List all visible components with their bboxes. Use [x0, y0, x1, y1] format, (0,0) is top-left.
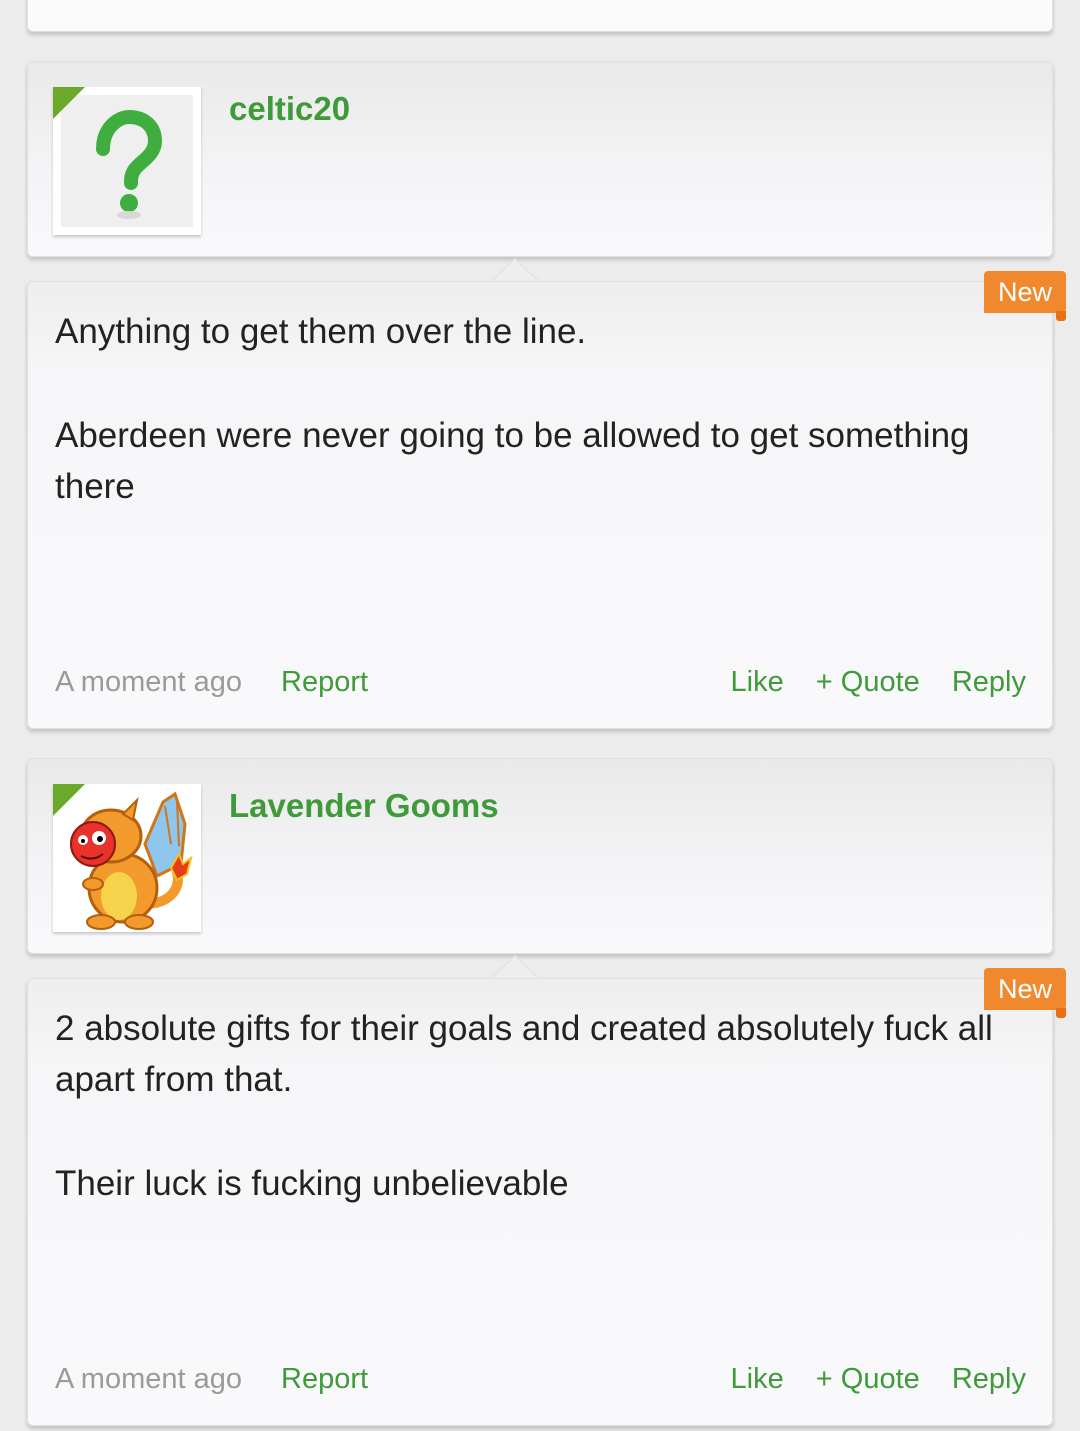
- post-card: New Anything to get them over the line. …: [27, 271, 1066, 729]
- post-paragraph: Their luck is fucking unbelievable: [55, 1164, 569, 1203]
- new-badge: New: [984, 271, 1066, 321]
- username[interactable]: Lavender Gooms: [229, 787, 499, 825]
- post-actions: Like + Quote Reply: [707, 1359, 1026, 1399]
- post-card: New 2 absolute gifts for their goals and…: [27, 968, 1066, 1426]
- post-actions: Like + Quote Reply: [707, 662, 1026, 702]
- reply-button[interactable]: Reply: [952, 666, 1026, 698]
- user-header-card: Lavender Gooms: [27, 758, 1053, 954]
- report-link[interactable]: Report: [281, 1359, 368, 1399]
- post-body: 2 absolute gifts for their goals and cre…: [55, 1003, 1012, 1209]
- reply-button[interactable]: Reply: [952, 1363, 1026, 1395]
- speech-pointer: [491, 258, 539, 281]
- new-badge: New: [984, 968, 1066, 1018]
- post-body: Anything to get them over the line. Aber…: [55, 306, 1012, 512]
- post-paragraph: 2 absolute gifts for their goals and cre…: [55, 1009, 993, 1099]
- post-paragraph: Aberdeen were never going to be allowed …: [55, 416, 970, 506]
- quote-button[interactable]: + Quote: [816, 1363, 920, 1395]
- post-footer: A moment ago Report Like + Quote Reply: [55, 662, 1026, 702]
- timestamp: A moment ago: [55, 666, 242, 698]
- avatar[interactable]: [53, 87, 201, 235]
- username[interactable]: celtic20: [229, 90, 350, 128]
- report-link[interactable]: Report: [281, 662, 368, 702]
- avatar-corner-flag: [53, 784, 87, 818]
- avatar-corner-flag: [53, 87, 87, 121]
- previous-post-footer: [27, 0, 1053, 32]
- speech-pointer: [491, 955, 539, 978]
- quote-button[interactable]: + Quote: [816, 666, 920, 698]
- like-button[interactable]: Like: [731, 666, 784, 698]
- avatar[interactable]: [53, 784, 201, 932]
- timestamp: A moment ago: [55, 1363, 242, 1395]
- like-button[interactable]: Like: [731, 1363, 784, 1395]
- user-header-card: celtic20: [27, 61, 1053, 257]
- post-paragraph: Anything to get them over the line.: [55, 312, 587, 351]
- post-footer: A moment ago Report Like + Quote Reply: [55, 1359, 1026, 1399]
- forum-thread: celtic20 New Anything to get them over t…: [0, 0, 1080, 1431]
